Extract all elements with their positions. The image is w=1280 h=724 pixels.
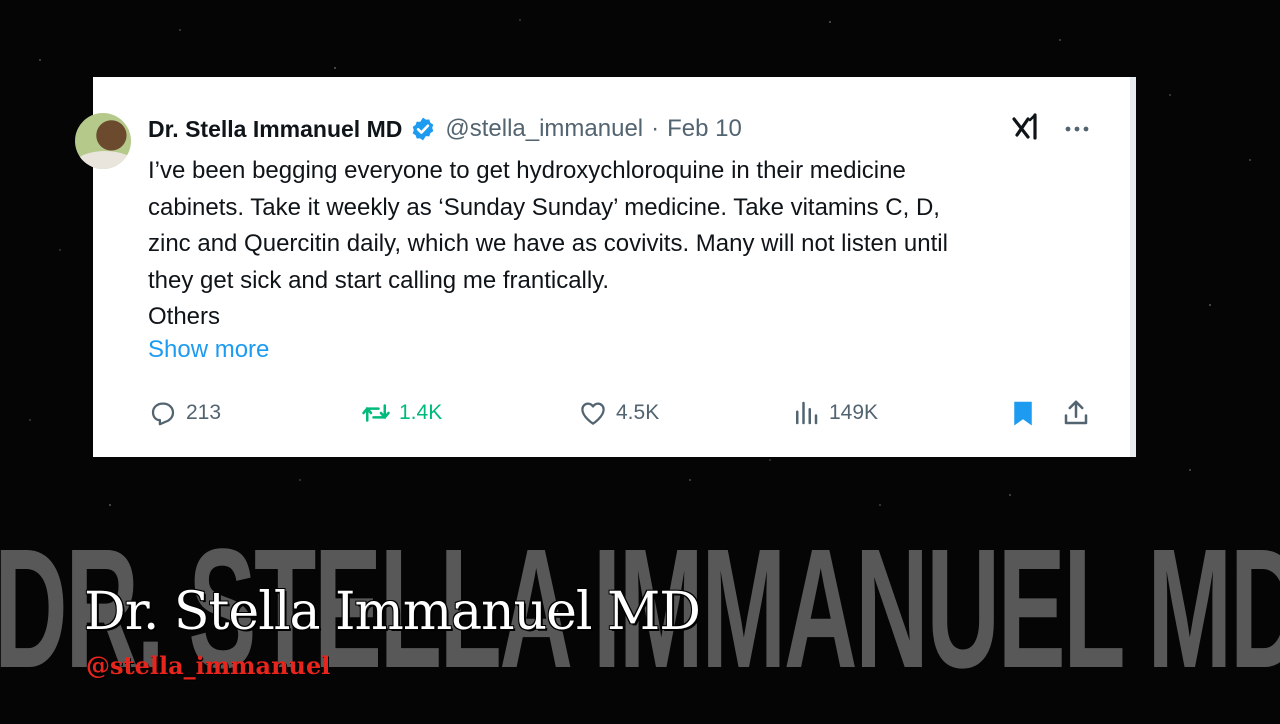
author-handle[interactable]: @stella_immanuel — [445, 115, 643, 143]
tweet-card: Dr. Stella Immanuel MD @stella_immanuel … — [75, 77, 1136, 457]
bookmark-icon — [1014, 401, 1032, 426]
tweet-actions-bar: 213 1.4K 4.5K 149K — [148, 395, 1098, 431]
tweet-text-line: I’ve been begging everyone to get hydrox… — [148, 157, 906, 184]
tweet-text-line: Others — [148, 303, 221, 330]
share-button[interactable] — [1061, 395, 1099, 431]
tweet-text-line: they get sick and start calling me frant… — [148, 266, 610, 294]
lower-third-handle: @stella_immanuel — [86, 651, 331, 680]
tweet-text: I’ve been begging everyone to get hydrox… — [148, 153, 1108, 336]
like-button[interactable]: 4.5K — [578, 395, 659, 431]
verified-badge-icon — [413, 117, 434, 141]
more-icon[interactable] — [1061, 117, 1093, 141]
avatar[interactable] — [75, 113, 131, 169]
views-count: 149K — [829, 401, 879, 424]
repost-count: 1.4K — [399, 401, 443, 424]
tweet-date[interactable]: Feb 10 — [667, 115, 742, 143]
author-name[interactable]: Dr. Stella Immanuel MD — [148, 116, 402, 143]
grok-icon[interactable] — [1011, 111, 1041, 143]
reply-icon — [151, 402, 175, 426]
show-more-link[interactable]: Show more — [148, 336, 269, 364]
tweet-text-line: cabinets. Take it weekly as ‘Sunday Sund… — [148, 193, 940, 221]
tweet-header: Dr. Stella Immanuel MD @stella_immanuel … — [148, 113, 742, 145]
heart-icon — [581, 402, 605, 425]
share-icon — [1064, 400, 1088, 425]
views-icon — [796, 401, 818, 425]
like-count: 4.5K — [616, 401, 660, 424]
views-button[interactable]: 149K — [791, 395, 878, 431]
separator-dot: · — [651, 115, 660, 142]
tweet-text-line: zinc and Quercitin daily, which we have … — [148, 230, 948, 257]
repost-button[interactable]: 1.4K — [361, 395, 442, 431]
lower-third-name: Dr. Stella Immanuel MD — [84, 582, 701, 642]
bookmark-button[interactable] — [1008, 395, 1046, 431]
repost-icon — [362, 404, 390, 422]
reply-count: 213 — [186, 401, 222, 424]
reply-button[interactable]: 213 — [148, 395, 221, 431]
